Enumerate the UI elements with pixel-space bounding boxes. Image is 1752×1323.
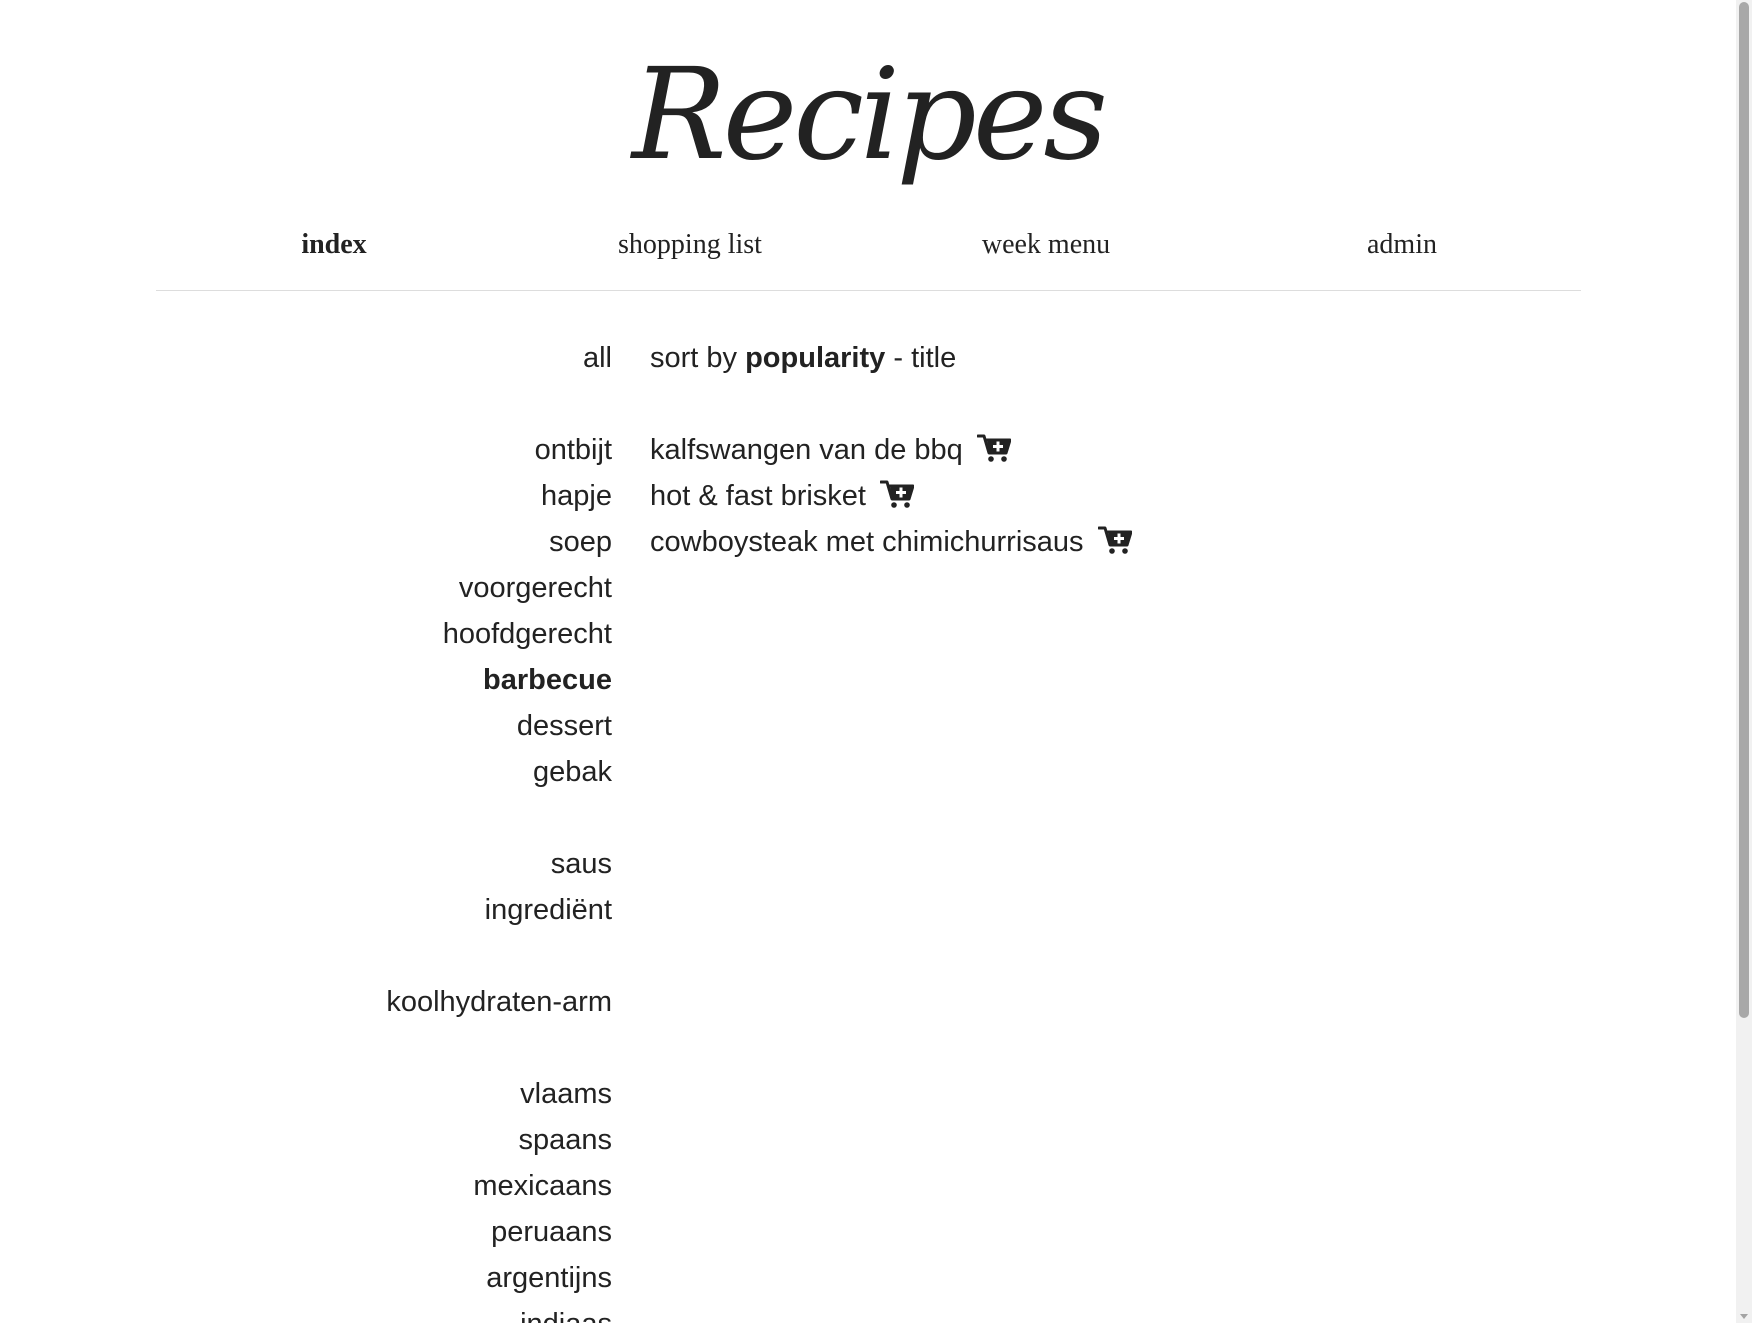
category-voorgerecht[interactable]: voorgerecht bbox=[459, 565, 612, 611]
main-nav: index shopping list week menu admin bbox=[156, 215, 1581, 291]
category-all[interactable]: all bbox=[583, 335, 612, 381]
nav-item-week-menu[interactable]: week menu bbox=[868, 227, 1224, 263]
category-dessert[interactable]: dessert bbox=[517, 703, 612, 749]
recipe-title-link[interactable]: kalfswangen van de bbq bbox=[650, 434, 963, 466]
category-koolhydraten-arm[interactable]: koolhydraten-arm bbox=[386, 979, 612, 1025]
recipe-item: hot & fast brisket bbox=[650, 473, 915, 523]
sort-popularity-link[interactable]: popularity bbox=[745, 342, 885, 374]
recipe-title-link[interactable]: hot & fast brisket bbox=[650, 480, 866, 512]
category-saus[interactable]: saus bbox=[551, 841, 612, 887]
sort-bar: sort by popularity - title bbox=[650, 335, 956, 381]
category-spaans[interactable]: spaans bbox=[518, 1117, 612, 1163]
nav-item-admin[interactable]: admin bbox=[1224, 227, 1580, 263]
recipe-item: cowboysteak met chimichurrisaus bbox=[650, 519, 1133, 569]
nav-item-index[interactable]: index bbox=[156, 227, 512, 263]
category-barbecue[interactable]: barbecue bbox=[483, 657, 612, 703]
category-mexicaans[interactable]: mexicaans bbox=[473, 1163, 612, 1209]
category-vlaams[interactable]: vlaams bbox=[520, 1071, 612, 1117]
sort-prefix: sort by bbox=[650, 342, 738, 374]
site-logo[interactable]: Recipes bbox=[0, 40, 1736, 190]
category-hoofdgerecht[interactable]: hoofdgerecht bbox=[443, 611, 612, 657]
sort-separator: - bbox=[893, 342, 903, 374]
category-gebak[interactable]: gebak bbox=[533, 749, 612, 795]
nav-item-shopping-list[interactable]: shopping list bbox=[512, 227, 868, 263]
recipe-title-link[interactable]: cowboysteak met chimichurrisaus bbox=[650, 526, 1084, 558]
category-peruaans[interactable]: peruaans bbox=[491, 1209, 612, 1255]
category-argentijns[interactable]: argentijns bbox=[486, 1255, 612, 1301]
sort-title-link[interactable]: title bbox=[911, 342, 956, 374]
scrollbar-thumb[interactable] bbox=[1739, 2, 1749, 1018]
cart-plus-icon[interactable] bbox=[976, 431, 1012, 477]
recipe-item: kalfswangen van de bbq bbox=[650, 427, 1012, 477]
category-soep[interactable]: soep bbox=[549, 519, 612, 565]
category-ontbijt[interactable]: ontbijt bbox=[535, 427, 612, 473]
category-ingredient[interactable]: ingrediënt bbox=[485, 887, 612, 933]
category-indiaas[interactable]: indiaas bbox=[520, 1301, 612, 1323]
cart-plus-icon[interactable] bbox=[879, 477, 915, 523]
vertical-scrollbar[interactable] bbox=[1736, 0, 1752, 1323]
cart-plus-icon[interactable] bbox=[1097, 523, 1133, 569]
category-hapje[interactable]: hapje bbox=[541, 473, 612, 519]
scroll-down-arrow-icon[interactable] bbox=[1740, 1314, 1748, 1319]
